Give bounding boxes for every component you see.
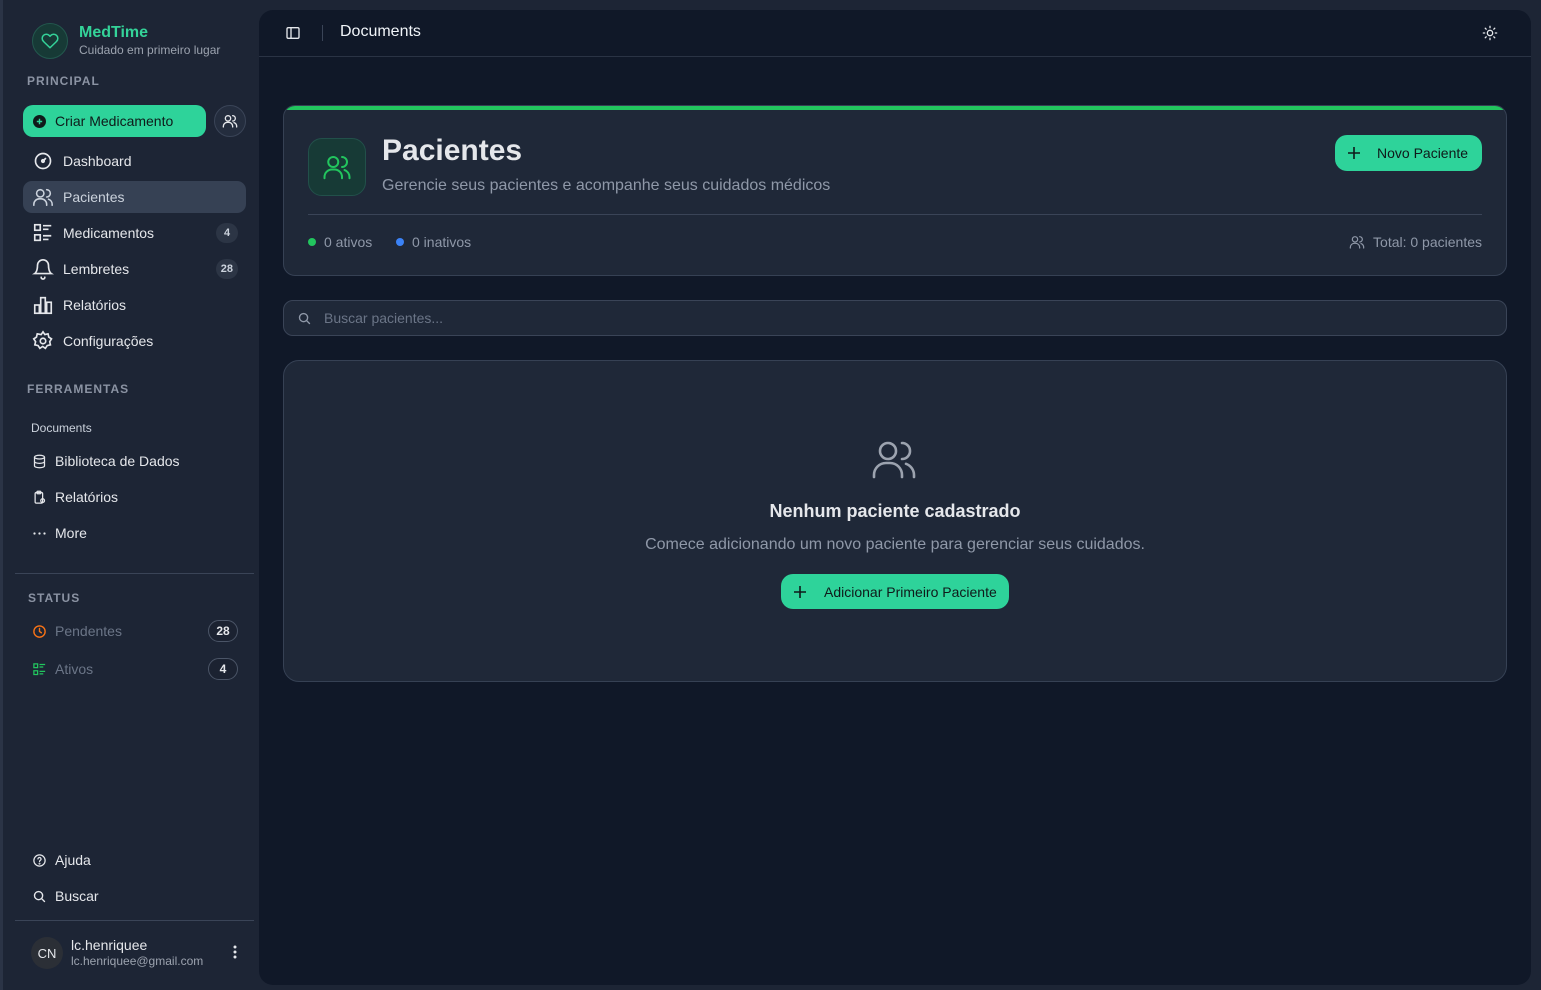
users-icon	[1349, 234, 1365, 250]
create-medication-button[interactable]: Criar Medicamento	[23, 105, 206, 137]
database-icon	[31, 453, 47, 469]
list-icon	[32, 222, 54, 244]
sidebar: MedTime Cuidado em primeiro lugar PRINCI…	[0, 0, 259, 990]
empty-state-subtitle: Comece adicionando um novo paciente para…	[645, 536, 1145, 553]
user-name: lc.henriquee	[71, 937, 148, 953]
tool-item-label: Relatórios	[55, 489, 119, 505]
bar-chart-icon	[32, 294, 54, 316]
users-icon	[222, 113, 238, 129]
users-icon	[32, 186, 54, 208]
count-badge: 28	[208, 620, 238, 642]
tool-item-biblioteca[interactable]: Biblioteca de Dados	[31, 449, 180, 473]
empty-state-title: Nenhum paciente cadastrado	[769, 501, 1021, 521]
divider	[15, 920, 254, 921]
sidebar-item-configuracoes[interactable]: Configurações	[23, 325, 246, 357]
patient-search	[283, 300, 1507, 336]
sidebar-item-medicamentos[interactable]: Medicamentos 4	[23, 217, 246, 249]
search-icon	[297, 311, 312, 326]
new-patient-label: Novo Paciente	[1377, 145, 1469, 161]
active-count-label: 0 ativos	[324, 234, 373, 250]
tool-item-label: Biblioteca de Dados	[55, 453, 180, 469]
count-badge: 28	[215, 259, 238, 279]
section-label-ferramentas: FERRAMENTAS	[27, 382, 130, 396]
sun-icon[interactable]	[1482, 25, 1498, 41]
plus-circle-icon	[33, 114, 46, 128]
heart-logo-icon	[32, 23, 68, 59]
main-panel: Documents Pacientes Gerencie seus pacien…	[259, 10, 1531, 985]
new-patient-button[interactable]: Novo Paciente	[1335, 135, 1482, 171]
plus-icon	[1347, 146, 1361, 160]
users-icon	[870, 435, 918, 483]
sidebar-item-label: Medicamentos	[63, 225, 155, 241]
search-label: Buscar	[55, 888, 99, 904]
total-patients: Total: 0 pacientes	[1349, 234, 1482, 250]
list-icon	[31, 661, 47, 677]
sidebar-item-label: Pacientes	[63, 189, 125, 205]
total-patients-label: Total: 0 pacientes	[1373, 234, 1482, 250]
help-label: Ajuda	[55, 852, 91, 868]
help-link[interactable]: Ajuda	[31, 848, 91, 872]
clock-icon	[31, 623, 47, 639]
status-item-label: Pendentes	[55, 623, 122, 639]
divider	[15, 573, 254, 574]
search-link[interactable]: Buscar	[31, 884, 99, 908]
sidebar-item-label: Configurações	[63, 333, 154, 349]
avatar: CN	[31, 937, 63, 969]
patients-header-card: Pacientes Gerencie seus pacientes e acom…	[283, 105, 1507, 276]
status-dot	[396, 238, 404, 246]
sidebar-item-pacientes[interactable]: Pacientes	[23, 181, 246, 213]
sidebar-item-label: Relatórios	[63, 297, 127, 313]
sidebar-item-label: Dashboard	[63, 153, 132, 169]
brand-name: MedTime	[79, 24, 149, 41]
section-label-status: STATUS	[28, 591, 81, 605]
more-horizontal-icon	[31, 525, 47, 541]
inactive-count: 0 inativos	[396, 234, 471, 250]
create-medication-label: Criar Medicamento	[55, 113, 174, 129]
sidebar-item-dashboard[interactable]: Dashboard	[23, 145, 246, 177]
clipboard-icon	[31, 489, 47, 505]
user-email: lc.henriquee@gmail.com	[71, 954, 204, 968]
page-subtitle: Gerencie seus pacientes e acompanhe seus…	[382, 177, 831, 194]
count-badge: 4	[216, 223, 238, 243]
gear-icon	[32, 330, 54, 352]
active-count: 0 ativos	[308, 234, 372, 250]
status-item-pendentes[interactable]: Pendentes 28	[31, 619, 238, 643]
brand[interactable]: MedTime Cuidado em primeiro lugar	[32, 23, 220, 59]
bell-icon	[32, 258, 54, 280]
gauge-icon	[32, 150, 54, 172]
status-dot	[308, 238, 316, 246]
accent-bar	[284, 106, 1506, 110]
page-title: Pacientes	[382, 134, 523, 167]
more-vertical-icon[interactable]	[233, 945, 237, 959]
add-first-patient-button[interactable]: Adicionar Primeiro Paciente	[781, 574, 1009, 609]
tool-item-label: More	[55, 525, 87, 541]
search-icon	[31, 888, 47, 904]
divider	[322, 25, 323, 41]
breadcrumb: Documents	[340, 23, 421, 40]
sidebar-toggle-icon[interactable]	[285, 25, 301, 41]
tool-item-relatorios[interactable]: Relatórios	[31, 485, 118, 509]
patients-shortcut-button[interactable]	[214, 105, 246, 137]
brand-tagline: Cuidado em primeiro lugar	[79, 43, 221, 57]
count-badge: 4	[208, 658, 238, 680]
section-label-principal: PRINCIPAL	[27, 74, 100, 88]
inactive-count-label: 0 inativos	[412, 234, 472, 250]
status-item-label: Ativos	[55, 661, 94, 677]
user-menu[interactable]: CN lc.henriquee lc.henriquee@gmail.com	[31, 935, 243, 971]
divider	[308, 214, 1482, 215]
users-icon	[308, 138, 366, 196]
sidebar-item-label: Lembretes	[63, 261, 130, 277]
plus-icon	[793, 585, 807, 599]
documents-group-label: Documents	[31, 421, 92, 435]
empty-state: Nenhum paciente cadastrado Comece adicio…	[283, 360, 1507, 682]
tool-item-more[interactable]: More	[31, 521, 87, 545]
add-first-patient-label: Adicionar Primeiro Paciente	[824, 583, 997, 600]
sidebar-item-relatorios[interactable]: Relatórios	[23, 289, 246, 321]
status-item-ativos[interactable]: Ativos 4	[31, 657, 238, 681]
search-input[interactable]	[324, 301, 1484, 335]
top-bar: Documents	[259, 10, 1531, 57]
sidebar-item-lembretes[interactable]: Lembretes 28	[23, 253, 246, 285]
help-circle-icon	[31, 852, 47, 868]
